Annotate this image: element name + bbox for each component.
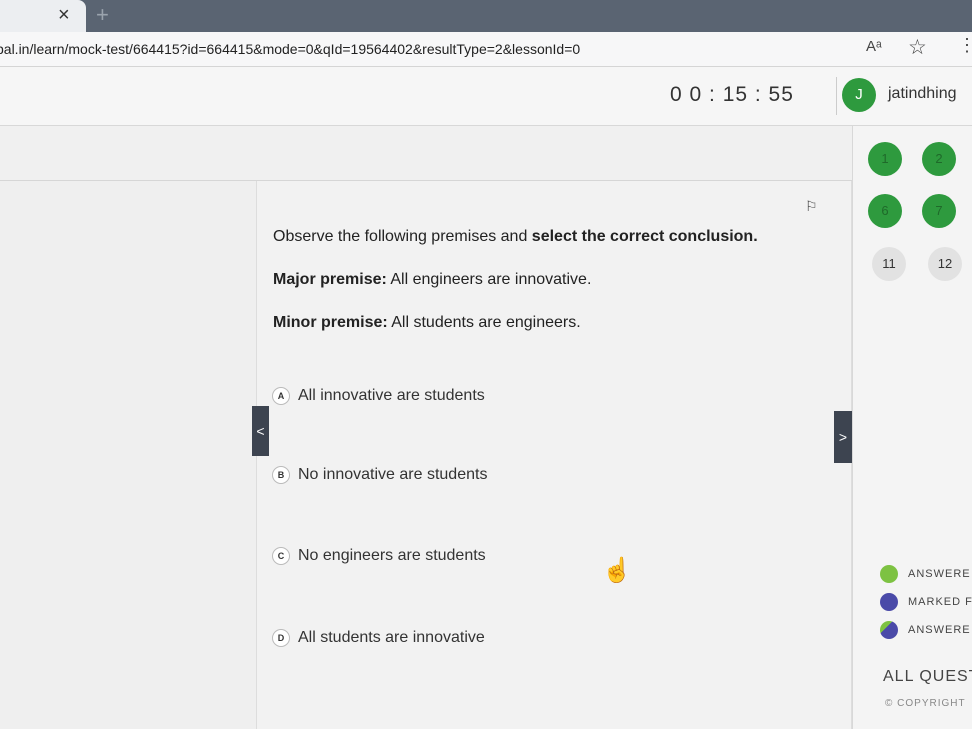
read-aloud-icon[interactable]: Aᵃ [866,38,882,55]
option-a-text: All innovative are students [298,387,485,404]
copyright-text: © COPYRIGHT [885,698,966,709]
chevron-right-icon: > [838,429,848,445]
more-menu-icon[interactable]: ⋮ [958,35,972,56]
all-questions-link[interactable]: ALL QUEST [883,668,972,686]
close-tab-icon[interactable]: × [58,4,70,27]
option-b[interactable]: B No innovative are students [272,466,487,488]
option-c-letter: C [272,547,290,565]
major-premise: Major premise: All engineers are innovat… [273,271,591,289]
major-premise-label: Major premise: [273,271,387,288]
major-premise-text: All engineers are innovative. [386,271,592,288]
option-d-letter: D [272,629,290,647]
header-divider [836,77,837,115]
previous-question-button[interactable]: < [252,406,269,456]
option-c-text: No engineers are students [298,547,486,564]
option-b-letter: B [272,466,290,484]
question-number-11[interactable]: 11 [872,247,906,281]
browser-tab[interactable]: × [0,0,86,32]
test-header: 0 0 : 15 : 55 J jatindhing [0,67,972,126]
option-c[interactable]: C No engineers are students [272,547,486,569]
question-header-strip [0,126,852,181]
question-number-12[interactable]: 12 [928,247,962,281]
username: jatindhing [888,85,957,102]
chevron-left-icon: < [256,423,265,439]
legend-answered: ANSWERE [880,565,971,583]
legend-answered-label: ANSWERE [908,568,971,580]
next-question-button[interactable]: > [834,411,852,463]
question-number-1[interactable]: 1 [868,142,902,176]
url-field[interactable]: bal.in/learn/mock-test/664415?id=664415&… [0,41,580,57]
new-tab-icon[interactable]: + [96,2,109,28]
legend-marked: MARKED F [880,593,972,611]
question-number-6[interactable]: 6 [868,194,902,228]
answered-dot-icon [880,565,898,583]
option-d-text: All students are innovative [298,629,485,646]
question-number-2[interactable]: 2 [922,142,956,176]
hand-cursor-icon: ☝ [602,557,632,584]
answered-marked-dot-icon [880,621,898,639]
marked-dot-icon [880,593,898,611]
minor-premise: Minor premise: All students are engineer… [273,314,581,332]
option-b-text: No innovative are students [298,466,488,483]
option-d[interactable]: D All students are innovative [272,629,485,651]
legend-marked-label: MARKED F [908,596,972,608]
legend-answered-marked: ANSWERE [880,621,971,639]
address-bar: bal.in/learn/mock-test/664415?id=664415&… [0,32,972,67]
avatar[interactable]: J [842,78,876,112]
countdown-timer: 0 0 : 15 : 55 [670,83,794,106]
question-number-7[interactable]: 7 [922,194,956,228]
browser-tab-bar: × + [0,0,972,32]
question-prompt: Observe the following premises and selec… [273,228,758,246]
flag-question-icon[interactable]: ⚐ [805,198,818,215]
minor-premise-label: Minor premise: [273,314,388,331]
favorite-star-icon[interactable]: ☆ [908,35,927,60]
option-a[interactable]: A All innovative are students [272,387,485,409]
question-prompt-text: Observe the following premises and [273,228,532,245]
question-prompt-emphasis: select the correct conclusion. [531,228,758,245]
minor-premise-text: All students are engineers. [387,314,581,331]
legend-answered-marked-label: ANSWERE [908,624,971,636]
option-a-letter: A [272,387,290,405]
